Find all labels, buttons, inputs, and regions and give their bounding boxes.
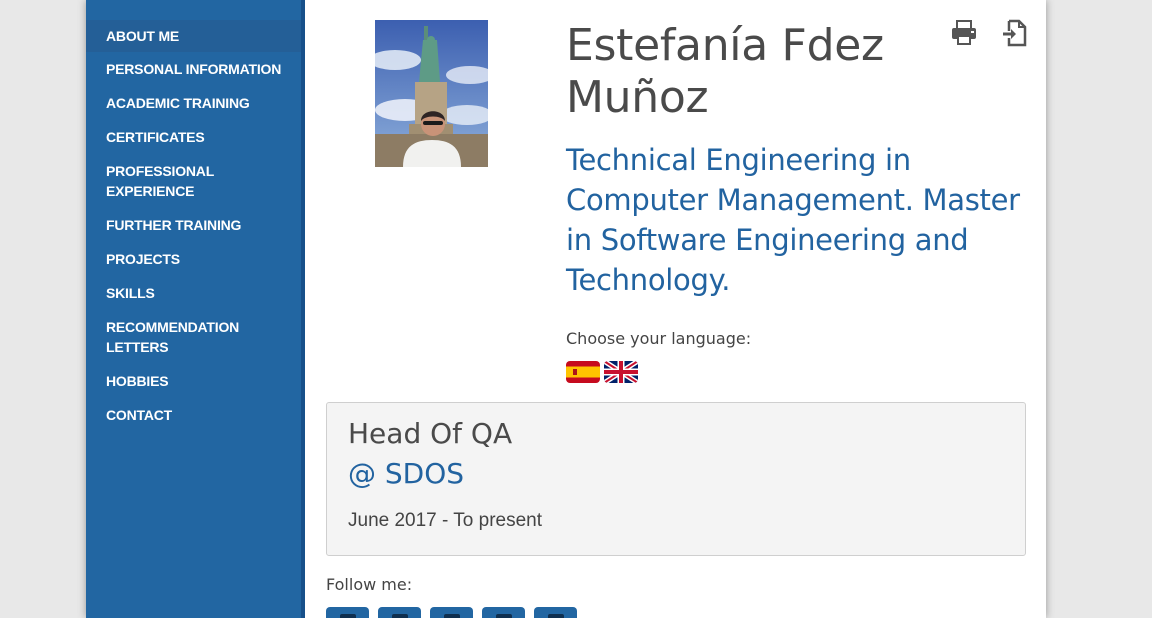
- sidebar-item-skills[interactable]: SKILLS: [86, 276, 301, 310]
- sidebar-item-recommendation-letters[interactable]: RECOMMENDATION LETTERS: [86, 310, 301, 364]
- sidebar-menu: ABOUT ME PERSONAL INFORMATION ACADEMIC T…: [86, 0, 301, 432]
- social-icon-1: [340, 614, 356, 618]
- export-icon: [1003, 19, 1027, 47]
- social-buttons: [326, 607, 577, 618]
- social-icon-4: [496, 614, 512, 618]
- sidebar-item-contact[interactable]: CONTACT: [86, 398, 301, 432]
- social-button-4[interactable]: [482, 607, 525, 618]
- page: ABOUT ME PERSONAL INFORMATION ACADEMIC T…: [86, 0, 1046, 618]
- sidebar-item-projects[interactable]: PROJECTS: [86, 242, 301, 276]
- social-icon-5: [548, 614, 564, 618]
- job-title: Head Of QA: [348, 417, 513, 450]
- export-button[interactable]: [1001, 18, 1029, 48]
- social-button-2[interactable]: [378, 607, 421, 618]
- profile-photo: [375, 20, 488, 167]
- sidebar-item-certificates[interactable]: CERTIFICATES: [86, 120, 301, 154]
- spain-flag-icon[interactable]: [566, 361, 600, 383]
- profile-subtitle: Technical Engineering in Computer Manage…: [566, 143, 1020, 297]
- social-icon-2: [392, 614, 408, 618]
- language-flags: [566, 361, 638, 383]
- sidebar-item-further-training[interactable]: FURTHER TRAINING: [86, 208, 301, 242]
- sidebar-nav: ABOUT ME PERSONAL INFORMATION ACADEMIC T…: [86, 0, 305, 618]
- sidebar-item-academic-training[interactable]: ACADEMIC TRAINING: [86, 86, 301, 120]
- print-button[interactable]: [950, 18, 978, 48]
- social-button-5[interactable]: [534, 607, 577, 618]
- main-content: Estefanía Fdez Muñoz Technical Engineeri…: [305, 0, 1046, 618]
- follow-label: Follow me:: [326, 575, 413, 594]
- sidebar-item-personal-information[interactable]: PERSONAL INFORMATION: [86, 52, 301, 86]
- job-dates: June 2017 - To present: [348, 510, 543, 531]
- social-button-1[interactable]: [326, 607, 369, 618]
- social-icon-3: [444, 614, 460, 618]
- social-button-3[interactable]: [430, 607, 473, 618]
- print-icon: [952, 20, 976, 45]
- sidebar-item-about-me[interactable]: ABOUT ME: [86, 20, 301, 52]
- profile-name: Estefanía Fdez Muñoz: [566, 20, 884, 123]
- sidebar-item-professional-experience[interactable]: PROFESSIONAL EXPERIENCE: [86, 154, 301, 208]
- language-label: Choose your language:: [566, 329, 752, 348]
- sidebar-item-hobbies[interactable]: HOBBIES: [86, 364, 301, 398]
- job-company: @ SDOS: [348, 457, 465, 490]
- current-job-card: Head Of QA @ SDOS June 2017 - To present: [326, 402, 1026, 556]
- uk-flag-icon[interactable]: [604, 361, 638, 383]
